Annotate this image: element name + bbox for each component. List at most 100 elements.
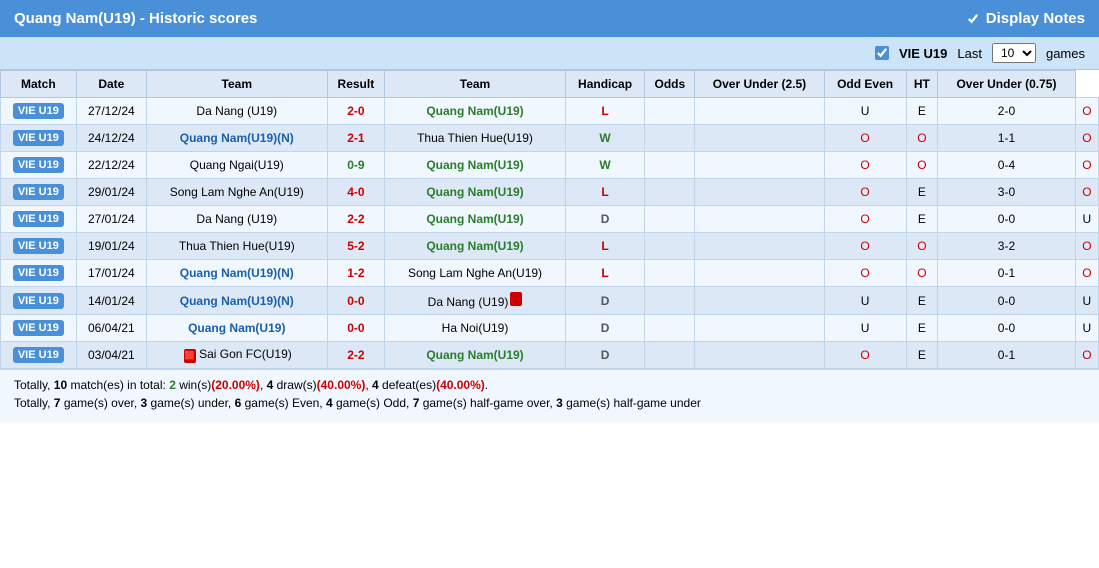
- cell-oe: O: [906, 233, 938, 260]
- cell-ou25: O: [824, 179, 906, 206]
- cell-team-home: Da Nang (U19): [146, 206, 327, 233]
- cell-ou075: O: [1075, 125, 1098, 152]
- cell-ht: 0-4: [938, 152, 1076, 179]
- cell-ou25: O: [824, 260, 906, 287]
- league-filter-checkbox[interactable]: [875, 46, 889, 60]
- cell-ht: 0-0: [938, 287, 1076, 315]
- display-notes-checkbox[interactable]: [966, 12, 980, 26]
- cell-ht: 0-1: [938, 342, 1076, 369]
- col-ht: HT: [906, 71, 938, 98]
- cell-date: 17/01/24: [76, 260, 146, 287]
- cell-score: 1-2: [327, 260, 385, 287]
- league-label: VIE U19: [899, 46, 947, 61]
- cell-match: VIE U19: [1, 260, 77, 287]
- cell-oe: E: [906, 287, 938, 315]
- table-row: VIE U1922/12/24Quang Ngai(U19)0-9Quang N…: [1, 152, 1099, 179]
- cell-ou25: O: [824, 342, 906, 369]
- cell-score: 4-0: [327, 179, 385, 206]
- cell-oe: E: [906, 342, 938, 369]
- cell-result: D: [565, 342, 645, 369]
- cell-oe: O: [906, 260, 938, 287]
- cell-handicap: [645, 342, 695, 369]
- cell-ou075: O: [1075, 152, 1098, 179]
- cell-oe: E: [906, 98, 938, 125]
- cell-team-home: Quang Nam(U19)(N): [146, 260, 327, 287]
- cell-team-home: 🟥 Sai Gon FC(U19): [146, 342, 327, 369]
- col-team-home: Team: [146, 71, 327, 98]
- cell-handicap: [645, 125, 695, 152]
- footer-line1: Totally, 10 match(es) in total: 2 win(s)…: [14, 378, 1085, 392]
- cell-team-away: Ha Noi(U19): [385, 315, 566, 342]
- col-ou075: Over Under (0.75): [938, 71, 1076, 98]
- cell-ou075: U: [1075, 315, 1098, 342]
- cell-date: 22/12/24: [76, 152, 146, 179]
- cell-result: D: [565, 315, 645, 342]
- cell-ht: 3-0: [938, 179, 1076, 206]
- cell-handicap: [645, 206, 695, 233]
- cell-match: VIE U19: [1, 233, 77, 260]
- table-row: VIE U1929/01/24Song Lam Nghe An(U19)4-0Q…: [1, 179, 1099, 206]
- table-row: VIE U1914/01/24Quang Nam(U19)(N)0-0Da Na…: [1, 287, 1099, 315]
- cell-team-away: Quang Nam(U19): [385, 179, 566, 206]
- subheader: VIE U19 Last 10 5 15 20 25 games: [0, 37, 1099, 70]
- cell-score: 5-2: [327, 233, 385, 260]
- cell-team-home: Song Lam Nghe An(U19): [146, 179, 327, 206]
- cell-ou25: O: [824, 152, 906, 179]
- cell-oe: O: [906, 152, 938, 179]
- cell-oe: E: [906, 179, 938, 206]
- cell-result: L: [565, 233, 645, 260]
- cell-result: W: [565, 125, 645, 152]
- col-odds: Odds: [645, 71, 695, 98]
- cell-result: D: [565, 287, 645, 315]
- cell-odds: [695, 206, 824, 233]
- cell-date: 14/01/24: [76, 287, 146, 315]
- cell-score: 2-1: [327, 125, 385, 152]
- cell-result: W: [565, 152, 645, 179]
- cell-ou25: O: [824, 233, 906, 260]
- cell-team-away: Quang Nam(U19): [385, 342, 566, 369]
- cell-team-home: Quang Nam(U19): [146, 315, 327, 342]
- cell-date: 03/04/21: [76, 342, 146, 369]
- last-label: Last: [957, 46, 982, 61]
- cell-handicap: [645, 260, 695, 287]
- table-row: VIE U1927/01/24Da Nang (U19)2-2Quang Nam…: [1, 206, 1099, 233]
- cell-ou075: U: [1075, 287, 1098, 315]
- table-row: VIE U1903/04/21🟥 Sai Gon FC(U19)2-2Quang…: [1, 342, 1099, 369]
- cell-ou075: O: [1075, 179, 1098, 206]
- cell-ou25: U: [824, 315, 906, 342]
- cell-ht: 0-0: [938, 315, 1076, 342]
- cell-date: 29/01/24: [76, 179, 146, 206]
- cell-score: 0-0: [327, 287, 385, 315]
- cell-odds: [695, 152, 824, 179]
- cell-date: 27/01/24: [76, 206, 146, 233]
- cell-result: L: [565, 260, 645, 287]
- cell-ou25: O: [824, 206, 906, 233]
- table-row: VIE U1924/12/24Quang Nam(U19)(N)2-1Thua …: [1, 125, 1099, 152]
- cell-date: 06/04/21: [76, 315, 146, 342]
- table-row: VIE U1906/04/21Quang Nam(U19) 0-0 Ha Noi(U…: [1, 315, 1099, 342]
- cell-oe: E: [906, 206, 938, 233]
- cell-match: VIE U19: [1, 98, 77, 125]
- cell-date: 19/01/24: [76, 233, 146, 260]
- cell-oe: E: [906, 315, 938, 342]
- cell-ou075: O: [1075, 342, 1098, 369]
- cell-match: VIE U19: [1, 315, 77, 342]
- cell-result: L: [565, 98, 645, 125]
- cell-ht: 0-1: [938, 260, 1076, 287]
- cell-ou075: O: [1075, 98, 1098, 125]
- games-select[interactable]: 10 5 15 20 25: [992, 43, 1036, 63]
- cell-team-away: Quang Nam(U19): [385, 206, 566, 233]
- cell-team-home: Da Nang (U19): [146, 98, 327, 125]
- cell-ou25: U: [824, 287, 906, 315]
- cell-team-away: Song Lam Nghe An(U19): [385, 260, 566, 287]
- cell-ht: 2-0: [938, 98, 1076, 125]
- cell-score: 0-9: [327, 152, 385, 179]
- cell-team-away: Quang Nam(U19): [385, 152, 566, 179]
- cell-result: D: [565, 206, 645, 233]
- col-team-away: Team: [385, 71, 566, 98]
- cell-ht: 0-0: [938, 206, 1076, 233]
- cell-odds: [695, 233, 824, 260]
- cell-odds: [695, 315, 824, 342]
- cell-match: VIE U19: [1, 342, 77, 369]
- cell-odds: [695, 98, 824, 125]
